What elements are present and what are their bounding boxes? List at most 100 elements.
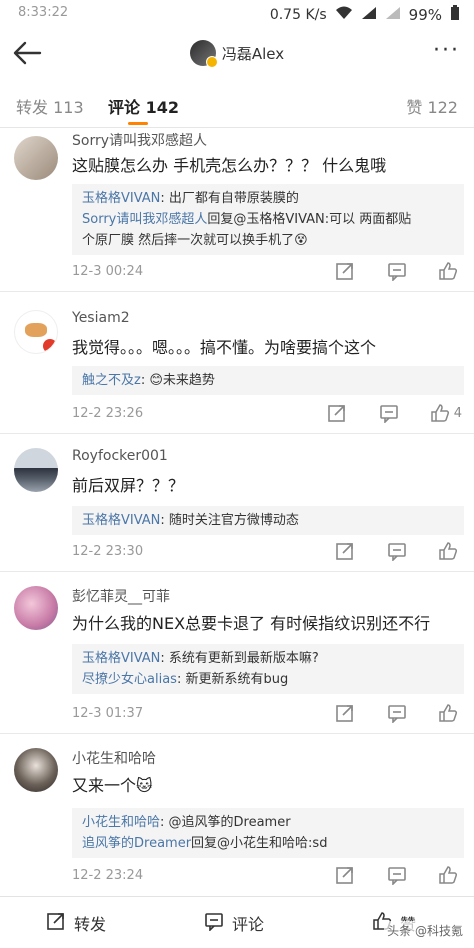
reply-box[interactable]: 玉格格VIVAN: 出厂都有自带原装膜的 Sorry请叫我邓感超人回复@玉格格V…: [72, 184, 464, 255]
like-button[interactable]: [438, 702, 462, 724]
comment-time: 12-2 23:24: [72, 868, 144, 883]
repost-label: 转发: [74, 915, 107, 934]
comment-actions: [334, 540, 462, 562]
reply-author[interactable]: 追风筝的Dreamer: [82, 836, 191, 851]
commenter-avatar[interactable]: [14, 586, 58, 630]
comment-time: 12-3 01:37: [72, 706, 144, 721]
comment-time: 12-3 00:24: [72, 264, 144, 279]
commenter-name[interactable]: Royfocker001: [72, 448, 168, 464]
like-button[interactable]: [438, 864, 462, 886]
repost-icon[interactable]: [334, 702, 356, 724]
signal-icon: [361, 6, 377, 24]
comment-actions: 4: [326, 402, 462, 424]
reply-line: 追风筝的Dreamer回复@小花生和哈哈:sd: [82, 833, 454, 854]
reply-author[interactable]: 触之不及z: [82, 373, 141, 388]
repost-button[interactable]: 转发: [46, 911, 106, 935]
commenter-name[interactable]: 小花生和哈哈: [72, 748, 156, 768]
post-tabs: 转发 113 评论 142 赞 122: [0, 80, 474, 128]
more-options-icon[interactable]: ···: [433, 38, 460, 63]
top-nav-bar: 冯磊Alex ···: [0, 28, 474, 80]
repost-icon: [46, 911, 66, 935]
commenter-avatar[interactable]: [14, 310, 58, 354]
comment-label: 评论: [232, 915, 265, 934]
reply-text: 个原厂膜 然后摔一次就可以换手机了😵: [82, 233, 308, 248]
commenter-name[interactable]: 彭忆菲灵__可菲: [72, 586, 170, 606]
reply-author[interactable]: 玉格格VIVAN: [82, 513, 160, 528]
repost-icon[interactable]: [334, 260, 356, 282]
reply-author[interactable]: 玉格格VIVAN: [82, 651, 160, 666]
reply-text: : @追风筝的Dreamer: [160, 815, 291, 830]
comment-item: Sorry请叫我邓感超人 这贴膜怎么办 手机壳怎么办？？？ 什么鬼哦 玉格格VI…: [0, 128, 474, 292]
repost-icon[interactable]: [334, 864, 356, 886]
comment-item: 小花生和哈哈 又来一个🐱 小花生和哈哈: @追风筝的Dreamer 追风筝的Dr…: [0, 734, 474, 896]
reply-icon[interactable]: [386, 260, 408, 282]
status-right: 0.75 K/s 99%: [270, 5, 460, 25]
reply-box[interactable]: 玉格格VIVAN: 随时关注官方微博动态: [72, 506, 464, 535]
like-button[interactable]: 4: [430, 402, 462, 424]
repost-icon[interactable]: [326, 402, 348, 424]
reply-icon[interactable]: [386, 540, 408, 562]
comment-item: Yesiam2 我觉得。。。嗯。。。搞不懂。为啥要搞个这个 触之不及z: 😊未来…: [0, 292, 474, 434]
reply-text: : 系统有更新到最新版本嘛?: [160, 651, 319, 666]
reply-author[interactable]: 尽撩少女心alias: [82, 672, 177, 687]
reply-line: 小花生和哈哈: @追风筝的Dreamer: [82, 812, 454, 833]
comment-text: 为什么我的NEX总要卡退了 有时候指纹识别还不行: [72, 614, 431, 633]
status-bar: 8:33:22 0.75 K/s 99%: [0, 0, 474, 28]
like-button[interactable]: [438, 540, 462, 562]
comment-text: 我觉得。。。嗯。。。搞不懂。为啥要搞个这个: [72, 338, 377, 357]
like-count: 4: [453, 405, 462, 421]
comment-list: Sorry请叫我邓感超人 这贴膜怎么办 手机壳怎么办？？？ 什么鬼哦 玉格格VI…: [0, 128, 474, 896]
reply-line: 玉格格VIVAN: 出厂都有自带原装膜的: [82, 188, 454, 209]
author-avatar[interactable]: [189, 40, 218, 68]
commenter-avatar[interactable]: [14, 748, 58, 792]
comment-text: 这贴膜怎么办 手机壳怎么办？？？ 什么鬼哦: [72, 156, 387, 175]
tab-repost[interactable]: 转发 113: [16, 94, 84, 118]
signal-icon-2: [385, 6, 401, 24]
comment-icon: [204, 911, 224, 935]
bottom-action-bar: 转发 评论 赞 头条 @科技氪: [0, 896, 474, 948]
reply-text: 回复@玉格格VIVAN:可以 两面都贴: [207, 212, 412, 227]
tab-comments[interactable]: 评论 142: [108, 94, 179, 118]
comment-actions: [334, 260, 462, 282]
wifi-icon: [335, 6, 353, 24]
comment-text: 又来一个🐱: [72, 776, 153, 795]
reply-author[interactable]: 玉格格VIVAN: [82, 191, 160, 206]
reply-icon[interactable]: [378, 402, 400, 424]
comment-actions: [334, 702, 462, 724]
watermark: 头条 @科技氪: [384, 921, 466, 940]
reply-box[interactable]: 玉格格VIVAN: 系统有更新到最新版本嘛? 尽撩少女心alias: 新更新系统…: [72, 644, 464, 694]
commenter-name[interactable]: Yesiam2: [72, 310, 130, 326]
comment-actions: [334, 864, 462, 886]
repost-icon[interactable]: [334, 540, 356, 562]
reply-icon[interactable]: [386, 864, 408, 886]
post-author[interactable]: 冯磊Alex: [0, 40, 474, 68]
commenter-avatar[interactable]: [14, 448, 58, 492]
comment-text: 前后双屏？？？: [72, 476, 185, 495]
reply-author[interactable]: Sorry请叫我邓感超人: [82, 212, 207, 227]
reply-line: 玉格格VIVAN: 系统有更新到最新版本嘛?: [82, 648, 454, 669]
reply-text: : 出厂都有自带原装膜的: [160, 191, 299, 206]
battery-level: 99%: [408, 6, 442, 24]
reply-box[interactable]: 小花生和哈哈: @追风筝的Dreamer 追风筝的Dreamer回复@小花生和哈…: [72, 808, 464, 858]
comment-time: 12-2 23:30: [72, 544, 144, 559]
comment-time: 12-2 23:26: [72, 406, 144, 421]
reply-text: 回复@小花生和哈哈:sd: [191, 836, 328, 851]
author-name[interactable]: 冯磊Alex: [222, 43, 284, 64]
reply-text: : 随时关注官方微博动态: [160, 513, 299, 528]
reply-icon[interactable]: [386, 702, 408, 724]
status-time: 8:33:22: [18, 5, 69, 20]
commenter-name[interactable]: Sorry请叫我邓感超人: [72, 130, 207, 150]
reply-line: 玉格格VIVAN: 随时关注官方微博动态: [82, 510, 454, 531]
reply-box[interactable]: 触之不及z: 😊未来趋势: [72, 366, 464, 395]
battery-icon: [450, 5, 460, 25]
like-button[interactable]: [438, 260, 462, 282]
comment-button[interactable]: 评论: [204, 911, 264, 935]
reply-author[interactable]: 小花生和哈哈: [82, 815, 160, 830]
tab-likes[interactable]: 赞 122: [406, 94, 458, 118]
reply-line: Sorry请叫我邓感超人回复@玉格格VIVAN:可以 两面都贴: [82, 209, 454, 230]
network-speed: 0.75 K/s: [269, 7, 327, 23]
commenter-avatar[interactable]: [14, 136, 58, 180]
reply-line: 尽撩少女心alias: 新更新系统有bug: [82, 669, 454, 690]
active-tab-indicator: [128, 122, 148, 125]
comment-item: Royfocker001 前后双屏？？？ 玉格格VIVAN: 随时关注官方微博动…: [0, 434, 474, 572]
